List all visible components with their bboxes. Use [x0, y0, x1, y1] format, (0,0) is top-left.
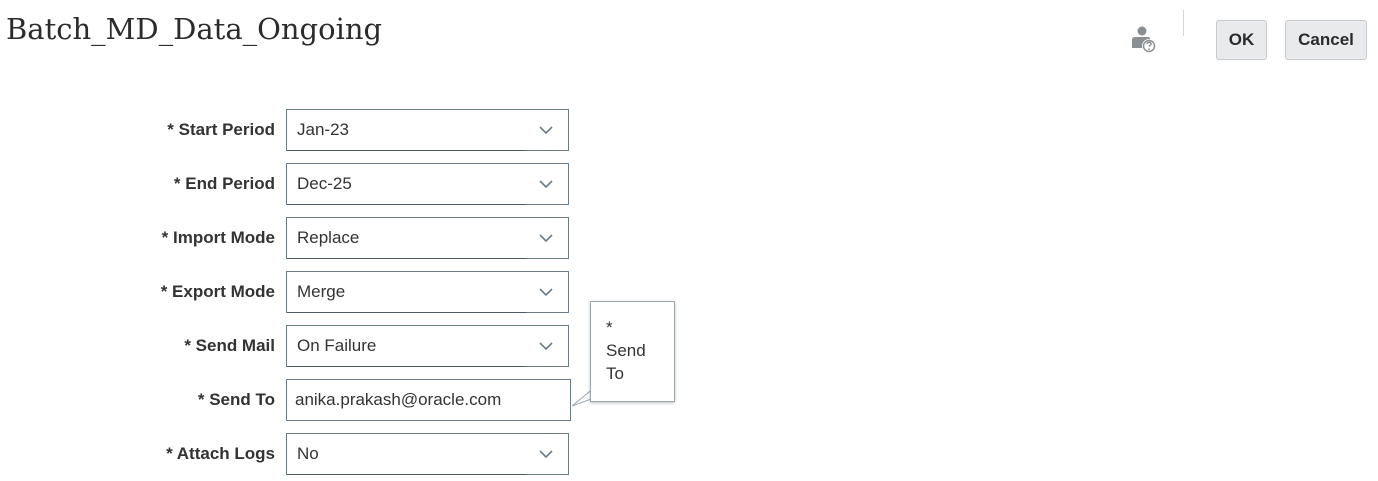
- attach-logs-row: * Attach Logs No: [0, 433, 700, 475]
- field-underline: [287, 366, 526, 367]
- start-period-label: * Start Period: [167, 120, 275, 139]
- field-underline: [287, 258, 526, 259]
- cancel-button[interactable]: Cancel: [1285, 20, 1367, 60]
- end-period-label: * End Period: [173, 174, 275, 193]
- tooltip-line-2: Send: [606, 341, 646, 360]
- send-to-tooltip: * Send To: [590, 301, 675, 402]
- attach-logs-label: * Attach Logs: [166, 444, 275, 463]
- chevron-down-icon: [539, 180, 553, 189]
- send-to-label: * Send To: [197, 390, 275, 409]
- batch-parameters-page: Batch_MD_Data_Ongoing OK Cancel * Start …: [0, 0, 1378, 481]
- chevron-down-icon: [539, 288, 553, 297]
- toolbar-divider: [1183, 10, 1184, 36]
- export-mode-select[interactable]: Merge: [286, 271, 569, 313]
- field-underline: [287, 204, 526, 205]
- start-period-select[interactable]: Jan-23: [286, 109, 569, 151]
- chevron-down-icon: [539, 234, 553, 243]
- field-underline: [287, 474, 526, 475]
- import-mode-value: Replace: [297, 228, 360, 247]
- tooltip-line-3: To: [606, 364, 624, 383]
- send-mail-label: * Send Mail: [184, 336, 275, 355]
- field-underline: [287, 312, 526, 313]
- page-title: Batch_MD_Data_Ongoing: [6, 12, 383, 46]
- import-mode-row: * Import Mode Replace: [0, 217, 700, 259]
- import-mode-select[interactable]: Replace: [286, 217, 569, 259]
- export-mode-label: * Export Mode: [160, 282, 275, 301]
- send-to-input[interactable]: [286, 379, 571, 421]
- start-period-value: Jan-23: [297, 120, 349, 139]
- send-mail-value: On Failure: [297, 336, 377, 355]
- send-mail-select[interactable]: On Failure: [286, 325, 569, 367]
- field-underline: [287, 150, 526, 151]
- start-period-row: * Start Period Jan-23: [0, 109, 700, 151]
- ok-button[interactable]: OK: [1216, 20, 1267, 60]
- attach-logs-value: No: [297, 444, 319, 463]
- tooltip-line-1: *: [606, 318, 613, 337]
- attach-logs-select[interactable]: No: [286, 433, 569, 475]
- chevron-down-icon: [539, 342, 553, 351]
- export-mode-value: Merge: [297, 282, 346, 301]
- chevron-down-icon: [539, 450, 553, 459]
- end-period-row: * End Period Dec-25: [0, 163, 700, 205]
- chevron-down-icon: [539, 126, 553, 135]
- import-mode-label: * Import Mode: [161, 228, 275, 247]
- user-help-icon[interactable]: [1128, 24, 1160, 58]
- end-period-select[interactable]: Dec-25: [286, 163, 569, 205]
- end-period-value: Dec-25: [297, 174, 352, 193]
